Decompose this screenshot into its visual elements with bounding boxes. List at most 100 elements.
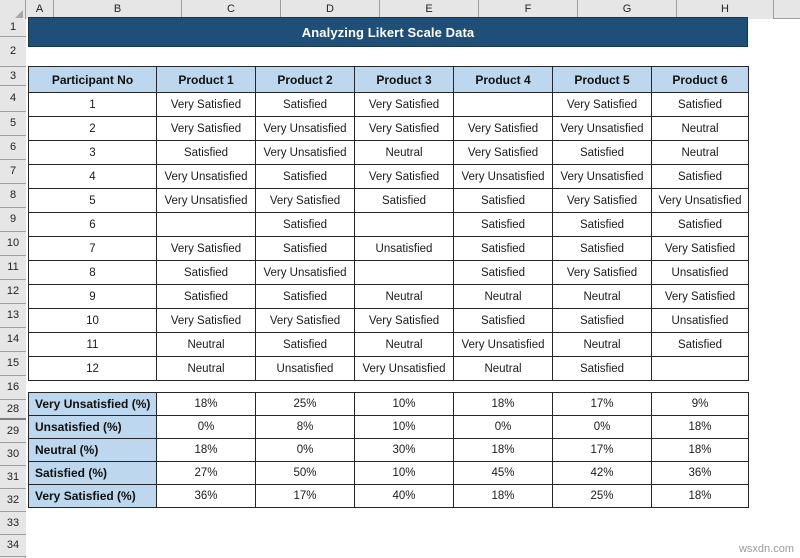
response-cell[interactable]: Neutral [453,284,553,309]
percentage-cell[interactable]: 25% [552,484,652,508]
participant-number-cell[interactable]: 3 [28,140,157,165]
response-cell[interactable]: Satisfied [156,140,256,165]
row-header-14[interactable]: 14 [0,328,26,352]
response-cell[interactable]: Very Satisfied [354,92,454,117]
response-cell[interactable]: Very Satisfied [354,116,454,141]
percentage-cell[interactable]: 18% [651,415,749,439]
response-cell[interactable]: Satisfied [453,212,553,237]
percentage-cell[interactable]: 18% [156,392,256,416]
response-cell[interactable]: Neutral [156,332,256,357]
percentage-cell[interactable]: 25% [255,392,355,416]
response-cell[interactable]: Satisfied [453,308,553,333]
response-cell[interactable]: Satisfied [453,260,553,285]
percentage-cell[interactable]: 0% [552,415,652,439]
response-cell[interactable]: Very Unsatisfied [453,164,553,189]
response-cell[interactable]: Satisfied [156,284,256,309]
response-cell[interactable]: Unsatisfied [255,356,355,381]
row-header-13[interactable]: 13 [0,304,26,328]
response-cell[interactable]: Very Satisfied [651,284,749,309]
percentage-cell[interactable]: 10% [354,461,454,485]
percentage-cell[interactable]: 10% [354,415,454,439]
percentage-cell[interactable]: 8% [255,415,355,439]
percentage-cell[interactable]: 40% [354,484,454,508]
participant-number-cell[interactable]: 4 [28,164,157,189]
response-cell[interactable]: Very Unsatisfied [651,188,749,213]
row-header-1[interactable]: 1 [0,19,26,37]
response-cell[interactable]: Satisfied [453,188,553,213]
response-cell[interactable]: Unsatisfied [354,236,454,261]
row-header-30[interactable]: 30 [0,443,26,466]
response-cell[interactable]: Very Unsatisfied [552,164,652,189]
percentage-cell[interactable]: 0% [453,415,553,439]
row-header-10[interactable]: 10 [0,232,26,256]
percentage-cell[interactable]: 18% [651,438,749,462]
percentage-cell[interactable]: 10% [354,392,454,416]
row-header-4[interactable]: 4 [0,86,26,112]
response-cell[interactable]: Satisfied [552,308,652,333]
percentage-cell[interactable]: 17% [552,438,652,462]
response-cell[interactable] [354,212,454,237]
row-header-7[interactable]: 7 [0,160,26,184]
row-header-15[interactable]: 15 [0,352,26,376]
percentage-cell[interactable]: 36% [156,484,256,508]
response-cell[interactable]: Very Satisfied [552,260,652,285]
percentage-cell[interactable]: 17% [552,392,652,416]
percentage-cell[interactable]: 9% [651,392,749,416]
participant-number-cell[interactable]: 6 [28,212,157,237]
percentage-cell[interactable]: 36% [651,461,749,485]
response-cell[interactable]: Very Unsatisfied [552,116,652,141]
response-cell[interactable]: Satisfied [255,332,355,357]
response-cell[interactable]: Satisfied [453,236,553,261]
response-cell[interactable]: Very Satisfied [255,188,355,213]
percentage-cell[interactable]: 45% [453,461,553,485]
percentage-cell[interactable]: 50% [255,461,355,485]
response-cell[interactable]: Satisfied [255,164,355,189]
percentage-cell[interactable]: 30% [354,438,454,462]
response-cell[interactable]: Very Unsatisfied [255,140,355,165]
response-cell[interactable]: Satisfied [552,236,652,261]
row-header-2[interactable]: 2 [0,37,26,67]
row-header-8[interactable]: 8 [0,184,26,208]
row-header-28[interactable]: 28 [0,400,26,420]
percentage-cell[interactable]: 27% [156,461,256,485]
row-header-31[interactable]: 31 [0,466,26,489]
response-cell[interactable]: Satisfied [255,212,355,237]
response-cell[interactable]: Very Unsatisfied [255,260,355,285]
response-cell[interactable] [651,356,749,381]
response-cell[interactable]: Very Unsatisfied [255,116,355,141]
response-cell[interactable]: Very Satisfied [255,308,355,333]
response-cell[interactable]: Neutral [354,140,454,165]
response-cell[interactable]: Satisfied [354,188,454,213]
response-cell[interactable]: Neutral [156,356,256,381]
response-cell[interactable]: Neutral [651,140,749,165]
response-cell[interactable]: Neutral [453,356,553,381]
percentage-cell[interactable]: 18% [453,392,553,416]
response-cell[interactable]: Satisfied [552,212,652,237]
response-cell[interactable]: Satisfied [651,212,749,237]
response-cell[interactable]: Neutral [552,284,652,309]
participant-number-cell[interactable]: 10 [28,308,157,333]
participant-number-cell[interactable]: 11 [28,332,157,357]
response-cell[interactable]: Satisfied [255,236,355,261]
response-cell[interactable]: Satisfied [651,332,749,357]
response-cell[interactable]: Satisfied [552,140,652,165]
response-cell[interactable]: Very Satisfied [552,188,652,213]
row-header-16[interactable]: 16 [0,376,26,400]
row-header-34[interactable]: 34 [0,535,26,557]
row-header-9[interactable]: 9 [0,208,26,232]
participant-number-cell[interactable]: 8 [28,260,157,285]
response-cell[interactable]: Very Unsatisfied [453,332,553,357]
response-cell[interactable]: Very Satisfied [651,236,749,261]
row-header-5[interactable]: 5 [0,112,26,136]
response-cell[interactable]: Neutral [651,116,749,141]
participant-number-cell[interactable]: 12 [28,356,157,381]
percentage-cell[interactable]: 18% [156,438,256,462]
response-cell[interactable]: Satisfied [156,260,256,285]
response-cell[interactable]: Satisfied [651,164,749,189]
percentage-cell[interactable]: 0% [156,415,256,439]
participant-number-cell[interactable]: 5 [28,188,157,213]
response-cell[interactable]: Very Satisfied [354,164,454,189]
response-cell[interactable]: Very Satisfied [552,92,652,117]
participant-number-cell[interactable]: 1 [28,92,157,117]
percentage-cell[interactable]: 18% [453,438,553,462]
